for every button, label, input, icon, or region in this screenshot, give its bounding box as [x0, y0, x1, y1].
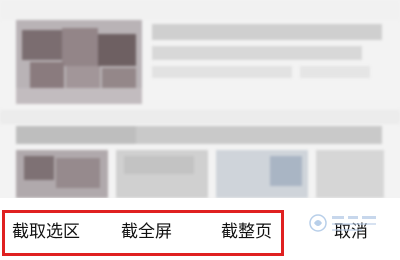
capture-page-button[interactable]: 截整页 — [221, 219, 272, 245]
capture-fullscreen-button[interactable]: 截全屏 — [121, 219, 172, 245]
baidu-jingyan-watermark-icon — [309, 214, 376, 232]
capture-area-button[interactable]: 截取选区 — [12, 219, 80, 245]
screenshot-capture-screen: 截取选区 截全屏 截整页 取消 — [0, 0, 400, 260]
blurred-page-content — [0, 0, 400, 200]
